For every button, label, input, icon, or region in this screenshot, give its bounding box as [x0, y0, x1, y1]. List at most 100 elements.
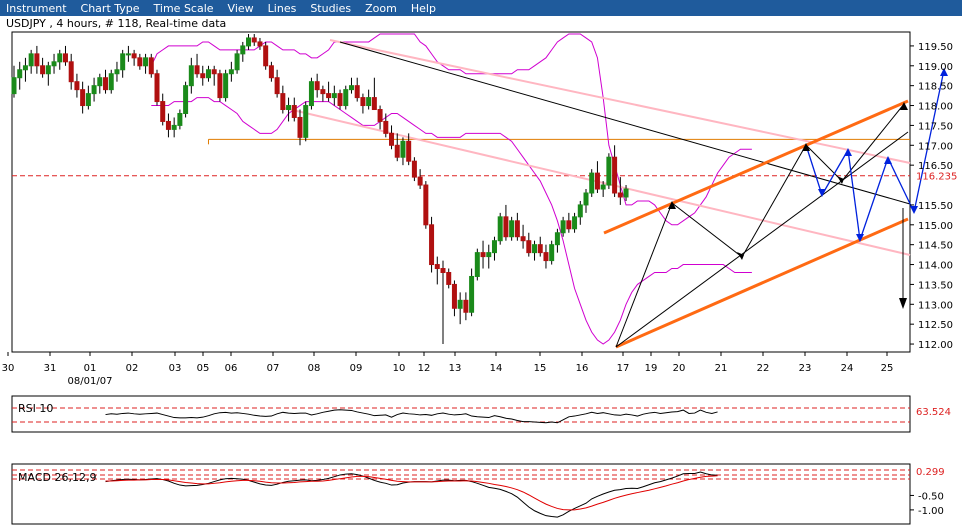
- candle-body: [103, 77, 109, 91]
- candle-body: [480, 252, 486, 258]
- candle-body: [291, 105, 297, 118]
- candle-body: [297, 116, 303, 138]
- y-tick-label: 115.50: [918, 201, 953, 212]
- candle-body: [549, 244, 555, 262]
- candle-body: [80, 89, 86, 107]
- candle-body: [154, 73, 160, 103]
- candle-body: [343, 89, 349, 107]
- rsi-last-value: 63.524: [916, 407, 951, 418]
- y-tick-label: 116.50: [918, 161, 953, 172]
- menu-studies[interactable]: Studies: [304, 2, 359, 15]
- candle-body: [572, 216, 578, 230]
- candle-body: [526, 240, 532, 254]
- menu-lines[interactable]: Lines: [262, 2, 305, 15]
- candle-body: [337, 93, 343, 107]
- candle-body: [205, 69, 211, 79]
- candle-body: [280, 93, 286, 111]
- candle-body: [543, 252, 549, 262]
- y-tick-label: 117.00: [918, 141, 953, 152]
- menu-zoom[interactable]: Zoom: [359, 2, 405, 15]
- candle-body: [532, 244, 538, 254]
- candle-body: [429, 224, 435, 266]
- menu-chart-type[interactable]: Chart Type: [75, 2, 148, 15]
- x-date-label: 08/01/07: [68, 376, 113, 387]
- x-tick-label: 01: [84, 363, 97, 374]
- candle-body: [457, 299, 463, 309]
- candle-body: [463, 299, 469, 313]
- candle-body: [303, 105, 309, 138]
- menu-bar: Instrument Chart Type Time Scale View Lines S…: [0, 0, 962, 16]
- candle-body: [17, 69, 23, 79]
- candle-body: [383, 120, 389, 134]
- x-tick-label: 05: [197, 363, 210, 374]
- candle-body: [308, 81, 314, 107]
- candle-body: [434, 264, 440, 270]
- x-tick-label: 02: [126, 363, 139, 374]
- macd-panel[interactable]: [11, 463, 911, 525]
- candle-body: [583, 192, 589, 206]
- candle-body: [400, 140, 406, 158]
- candle-body: [360, 97, 366, 107]
- last-price-label: 116.235: [916, 172, 957, 183]
- candle-body: [160, 101, 166, 122]
- candle-body: [423, 184, 429, 226]
- candle-body: [45, 65, 51, 75]
- candle-body: [411, 160, 417, 178]
- menu-help[interactable]: Help: [405, 2, 444, 15]
- candle-body: [148, 57, 154, 75]
- candle-body: [11, 77, 17, 95]
- x-tick-label: 13: [449, 363, 462, 374]
- candle-body: [223, 73, 229, 99]
- candle-body: [503, 216, 509, 238]
- candle-body: [171, 124, 177, 130]
- candle-body: [469, 275, 475, 313]
- chart-area[interactable]: RSI 10 63.524 MACD 26,12,9 0.299 -0.50 -1.00…: [0, 16, 962, 528]
- candle-body: [217, 73, 223, 99]
- candle-body: [491, 240, 497, 254]
- candle-body: [371, 97, 377, 111]
- y-tick-label: 119.00: [918, 62, 953, 73]
- candle-body: [62, 53, 68, 63]
- candle-body: [486, 252, 492, 258]
- x-tick-label: 14: [490, 363, 503, 374]
- macd-title: MACD 26,12,9: [18, 471, 96, 484]
- candle-body: [120, 53, 126, 71]
- candle-body: [612, 156, 618, 194]
- candle-body: [497, 216, 503, 242]
- y-tick-label: 113.00: [918, 300, 953, 311]
- candle-body: [377, 109, 383, 122]
- x-tick-label: 30: [2, 363, 15, 374]
- candle-body: [440, 268, 446, 273]
- y-tick-label: 114.50: [918, 241, 953, 252]
- candle-body: [234, 53, 240, 71]
- blue-arrowhead-down-2: [910, 206, 918, 214]
- candle-body: [268, 65, 274, 79]
- candle-body: [143, 57, 149, 67]
- x-tick-label: 20: [673, 363, 686, 374]
- macd-y-tick-label: -0.50: [918, 491, 944, 502]
- x-tick-label: 08: [308, 363, 321, 374]
- candle-body: [554, 232, 560, 246]
- candle-body: [211, 69, 217, 75]
- candle-body: [326, 93, 332, 99]
- candle-body: [251, 37, 257, 43]
- y-tick-label: 118.00: [918, 102, 953, 113]
- candle-body: [194, 65, 200, 75]
- candle-body: [137, 57, 143, 67]
- x-tick-label: 12: [418, 363, 431, 374]
- candle-body: [566, 220, 572, 230]
- menu-instrument[interactable]: Instrument: [0, 2, 75, 15]
- y-tick-label: 112.00: [918, 340, 953, 351]
- menu-time-scale[interactable]: Time Scale: [148, 2, 222, 15]
- x-tick-label: 24: [841, 363, 854, 374]
- candle-body: [68, 61, 74, 83]
- candle-body: [114, 69, 120, 75]
- candle-body: [446, 271, 452, 285]
- candle-body: [348, 85, 354, 91]
- candle-body: [509, 220, 515, 238]
- menu-view[interactable]: View: [222, 2, 262, 15]
- candle-body: [331, 93, 337, 99]
- candle-body: [177, 112, 183, 126]
- candle-body: [74, 81, 80, 91]
- candle-body: [22, 65, 28, 71]
